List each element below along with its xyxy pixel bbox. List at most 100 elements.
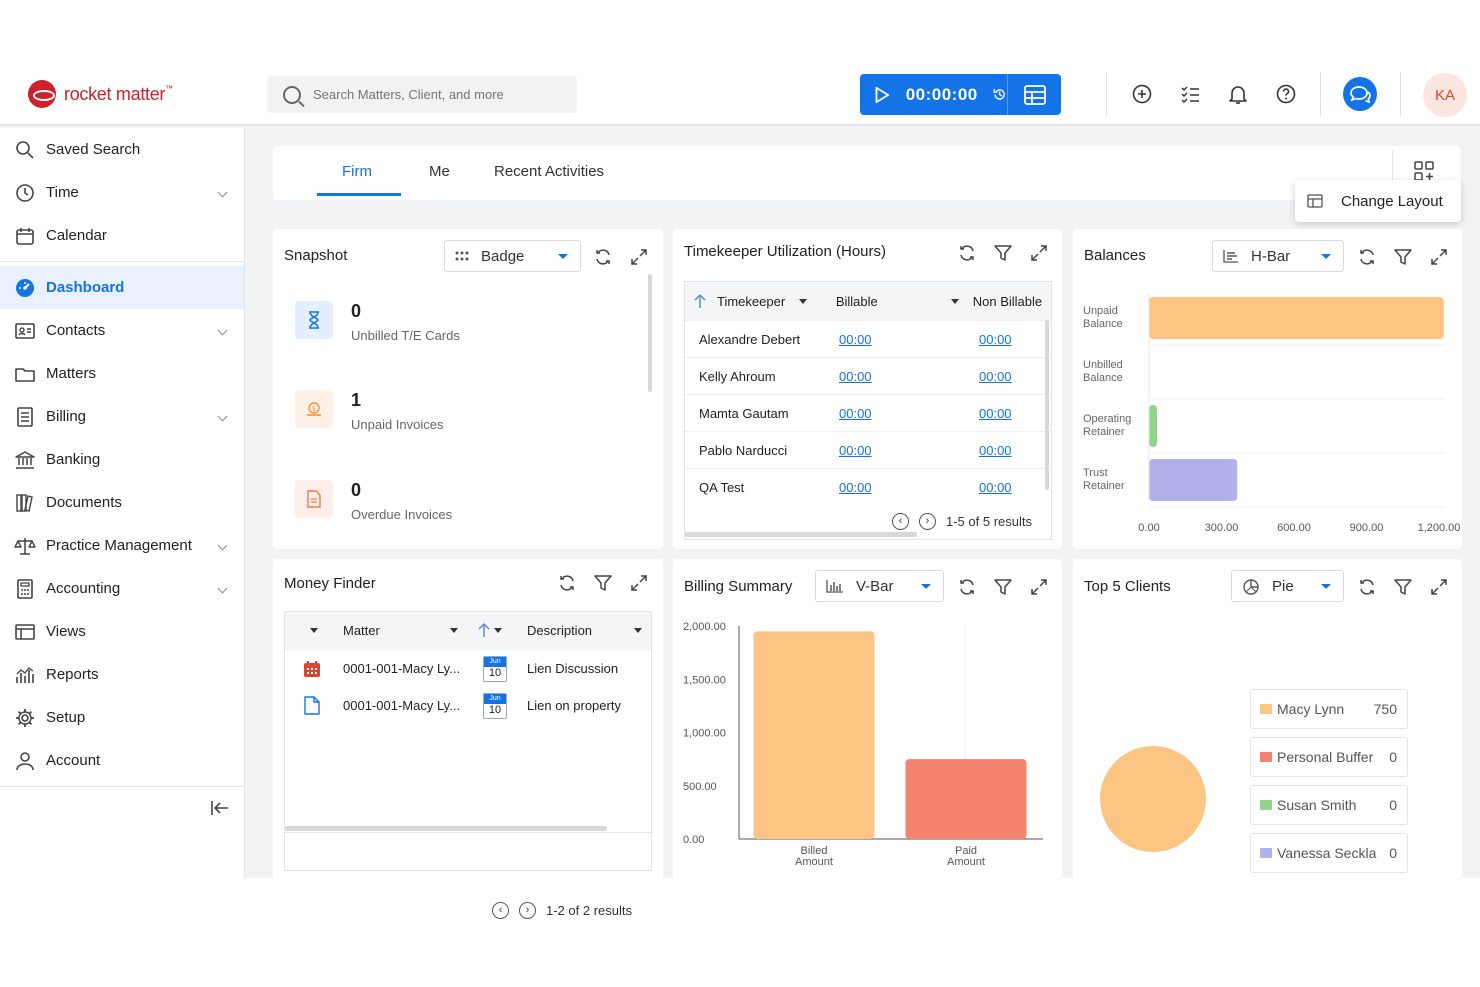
table-row[interactable]: Alexandre Debert 00:00 00:00 (685, 320, 1051, 357)
refresh-icon[interactable] (557, 573, 577, 593)
pie-legend-item[interactable]: Personal Buffer 0 (1250, 737, 1408, 777)
table-row[interactable]: 0001-001-Macy Ly... Jun 10 Lien Discussio… (285, 650, 651, 687)
filter-icon[interactable] (993, 577, 1013, 597)
chevron-down-icon[interactable] (217, 411, 228, 422)
task-list-icon[interactable] (1179, 83, 1201, 105)
add-icon[interactable] (1131, 83, 1153, 105)
snapshot-item[interactable]: 0 Unbilled T/E Cards (295, 301, 460, 343)
sidebar-item-views[interactable]: Views (0, 610, 244, 653)
previous-page-icon[interactable]: ‹ (492, 902, 509, 919)
chevron-down-icon[interactable] (217, 540, 228, 551)
expand-icon[interactable] (1429, 247, 1449, 267)
previous-page-icon[interactable]: ‹ (892, 513, 909, 530)
refresh-icon[interactable] (957, 243, 977, 263)
column-description[interactable]: Description (527, 623, 592, 638)
caret-down-icon[interactable] (310, 628, 318, 633)
billable-link[interactable]: 00:00 (839, 406, 979, 421)
sidebar-item-dashboard[interactable]: Dashboard (0, 266, 244, 309)
expand-icon[interactable] (629, 247, 649, 267)
chevron-down-icon[interactable] (217, 187, 228, 198)
chat-button[interactable] (1343, 77, 1377, 111)
sidebar-item-matters[interactable]: Matters (0, 352, 244, 395)
table-row[interactable]: 0001-001-Macy Ly... Jun 10 Lien on proper… (285, 687, 651, 724)
billable-link[interactable]: 00:00 (839, 443, 979, 458)
refresh-icon[interactable] (957, 577, 977, 597)
pie-legend-item[interactable]: Susan Smith 0 (1250, 785, 1408, 825)
sidebar-item-setup[interactable]: Setup (0, 696, 244, 739)
chevron-down-icon[interactable] (217, 583, 228, 594)
caret-down-icon[interactable] (450, 628, 458, 633)
collapse-sidebar-icon[interactable] (210, 800, 230, 821)
tab-recent-activities[interactable]: Recent Activities (494, 163, 604, 180)
next-page-icon[interactable]: › (919, 513, 936, 530)
column-timekeeper[interactable]: Timekeeper (685, 293, 836, 309)
horizontal-scrollbar[interactable] (685, 532, 917, 537)
next-page-icon[interactable]: › (519, 902, 536, 919)
horizontal-scrollbar[interactable] (285, 826, 607, 831)
change-layout-menu-item[interactable]: Change Layout (1295, 180, 1461, 222)
expand-icon[interactable] (629, 573, 649, 593)
expand-icon[interactable] (1029, 577, 1049, 597)
sidebar-item-accounting[interactable]: Accounting (0, 567, 244, 610)
column-billable[interactable]: Billable (836, 294, 973, 309)
caret-down-icon[interactable] (634, 628, 642, 633)
scrollbar[interactable] (648, 274, 652, 392)
search-bar[interactable] (267, 76, 577, 113)
sidebar-item-contacts[interactable]: Contacts (0, 309, 244, 352)
help-icon[interactable] (1275, 83, 1297, 105)
sidebar-item-calendar[interactable]: Calendar (0, 214, 244, 257)
sidebar-item-documents[interactable]: Documents (0, 481, 244, 524)
column-matter[interactable]: Matter (343, 623, 380, 638)
filter-icon[interactable] (593, 573, 613, 593)
sidebar-item-reports[interactable]: Reports (0, 653, 244, 696)
table-row[interactable]: Kelly Ahroum 00:00 00:00 (685, 357, 1051, 394)
table-row[interactable]: QA Test 00:00 00:00 (685, 468, 1051, 505)
snapshot-item[interactable]: 0 Overdue Invoices (295, 480, 452, 522)
sidebar-item-time[interactable]: Time (0, 171, 244, 214)
non-billable-link[interactable]: 00:00 (979, 369, 1012, 384)
tab-firm[interactable]: Firm (342, 163, 372, 180)
expand-icon[interactable] (1429, 577, 1449, 597)
sidebar-item-banking[interactable]: Banking (0, 438, 244, 481)
vertical-scrollbar[interactable] (1045, 320, 1049, 490)
avatar[interactable]: KA (1423, 73, 1467, 117)
search-input[interactable] (313, 87, 563, 102)
billable-link[interactable]: 00:00 (839, 480, 979, 495)
table-row[interactable]: Pablo Narducci 00:00 00:00 (685, 431, 1051, 468)
sort-up-icon[interactable] (477, 622, 505, 638)
bell-icon[interactable] (1227, 83, 1249, 105)
snapshot-view-select[interactable]: Badge (444, 240, 581, 272)
timesheet-button[interactable] (1008, 74, 1061, 115)
billable-link[interactable]: 00:00 (839, 369, 979, 384)
non-billable-link[interactable]: 00:00 (979, 443, 1012, 458)
snapshot-item[interactable]: $ 1 Unpaid Invoices (295, 390, 444, 432)
balances-view-select[interactable]: H-Bar (1212, 240, 1344, 272)
filter-icon[interactable] (993, 243, 1013, 263)
pie-legend-item[interactable]: Macy Lynn 750 (1250, 689, 1408, 729)
sidebar-item-billing[interactable]: Billing (0, 395, 244, 438)
logo[interactable]: rocket matter™ (28, 80, 173, 108)
sidebar-item-saved-search[interactable]: Saved Search (0, 128, 244, 171)
sidebar-item-account[interactable]: Account (0, 739, 244, 782)
layout-grid-icon[interactable] (1413, 160, 1437, 182)
timer-start-button[interactable]: 00:00:00 (860, 74, 1008, 115)
expand-icon[interactable] (1029, 243, 1049, 263)
billing-view-select[interactable]: V-Bar (815, 570, 944, 602)
table-row[interactable]: Mamta Gautam 00:00 00:00 (685, 394, 1051, 431)
non-billable-link[interactable]: 00:00 (979, 480, 1012, 495)
refresh-icon[interactable] (593, 247, 613, 267)
non-billable-link[interactable]: 00:00 (979, 406, 1012, 421)
column-non-billable[interactable]: Non Billable (973, 294, 1051, 309)
pie-legend-item[interactable]: Vanessa Seckla 0 (1250, 833, 1408, 873)
non-billable-link[interactable]: 00:00 (979, 332, 1012, 347)
chevron-down-icon[interactable] (217, 325, 228, 336)
top-clients-view-select[interactable]: Pie (1231, 570, 1344, 602)
refresh-icon[interactable] (1357, 247, 1377, 267)
filter-icon[interactable] (1393, 247, 1413, 267)
filter-icon[interactable] (1393, 577, 1413, 597)
billable-link[interactable]: 00:00 (839, 332, 979, 347)
tab-me[interactable]: Me (429, 163, 450, 180)
refresh-icon[interactable] (1357, 577, 1377, 597)
sidebar-item-practice-management[interactable]: Practice Management (0, 524, 244, 567)
history-icon[interactable] (992, 86, 1007, 103)
